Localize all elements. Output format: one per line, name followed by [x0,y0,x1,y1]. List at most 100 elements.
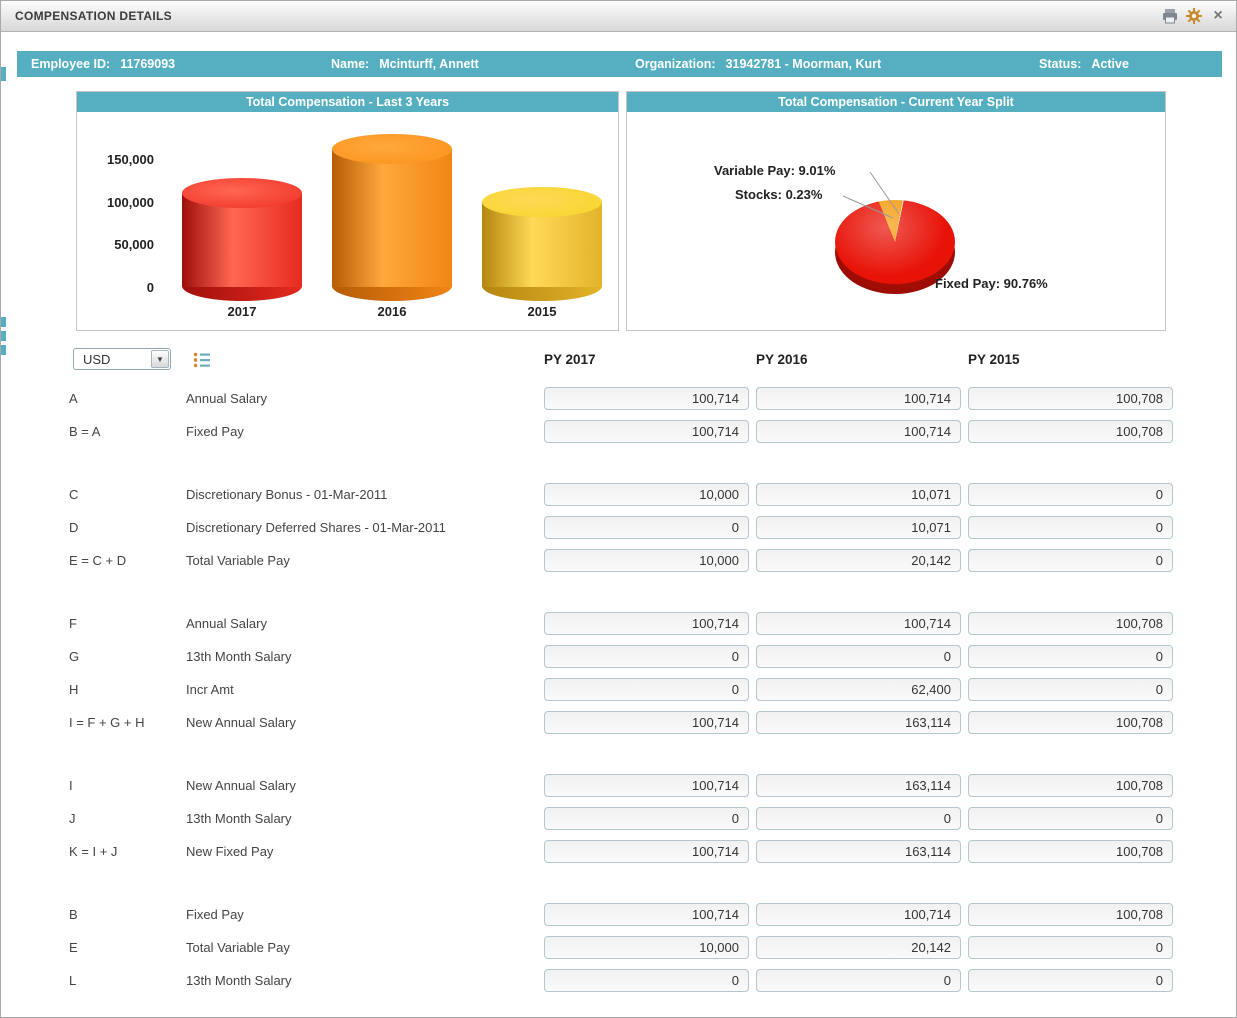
value-cell-py-2016[interactable] [756,483,961,506]
value-cell-py-2017[interactable] [544,969,749,992]
table-row: FAnnual Salary [1,612,1236,635]
close-icon[interactable]: × [1208,6,1228,26]
left-edge-artifact [1,345,6,355]
window-title: COMPENSATION DETAILS [15,9,172,23]
value-cell-py-2016[interactable] [756,645,961,668]
value-cell-py-2017[interactable] [544,645,749,668]
cylinder-top [332,134,452,164]
value-cell-py-2015[interactable] [968,678,1173,701]
row-code: L [69,973,186,988]
employee-name-value: Mcinturff, Annett [379,57,479,71]
row-code: B = A [69,424,186,439]
print-icon[interactable] [1160,6,1180,26]
title-bar: COMPENSATION DETAILS [1,1,1236,32]
value-cell-py-2016[interactable] [756,774,961,797]
value-cell-py-2017[interactable] [544,612,749,635]
x-axis-category-label: 2016 [332,304,452,319]
column-header-py2016: PY 2016 [756,352,968,367]
value-cell-py-2016[interactable] [756,840,961,863]
x-axis-category-label: 2015 [482,304,602,319]
value-cell-py-2015[interactable] [968,840,1173,863]
status-field: Status: Active [1039,51,1129,77]
bar-cylinder-2016 [332,149,452,287]
row-label: Total Variable Pay [186,940,544,955]
value-cell-py-2017[interactable] [544,549,749,572]
table-row: AAnnual Salary [1,387,1236,410]
row-code: B [69,907,186,922]
value-cell-py-2015[interactable] [968,483,1173,506]
pie-label-variable-pay: Variable Pay: 9.01% [714,163,835,178]
row-code: G [69,649,186,664]
value-cell-py-2015[interactable] [968,645,1173,668]
value-cell-py-2017[interactable] [544,807,749,830]
table-group: INew Annual SalaryJ13th Month SalaryK = … [1,774,1236,863]
value-cell-py-2016[interactable] [756,903,961,926]
bar-cylinder-2015 [482,202,602,287]
row-code: F [69,616,186,631]
value-cell-py-2015[interactable] [968,807,1173,830]
value-cell-py-2017[interactable] [544,840,749,863]
table-row: G13th Month Salary [1,645,1236,668]
value-cell-py-2015[interactable] [968,711,1173,734]
row-code: E [69,940,186,955]
y-axis-tick-label: 100,000 [92,195,154,210]
value-cell-py-2016[interactable] [756,516,961,539]
value-cell-py-2015[interactable] [968,903,1173,926]
value-cell-py-2016[interactable] [756,612,961,635]
value-cell-py-2016[interactable] [756,678,961,701]
window-controls: × [1160,6,1228,26]
value-cell-py-2017[interactable] [544,711,749,734]
value-cell-py-2016[interactable] [756,420,961,443]
value-cell-py-2015[interactable] [968,549,1173,572]
pie-chart-title: Total Compensation - Current Year Split [627,92,1165,112]
value-cell-py-2016[interactable] [756,936,961,959]
value-cell-py-2016[interactable] [756,807,961,830]
employee-id-value: 11769093 [120,57,175,71]
table-row: BFixed Pay [1,903,1236,926]
value-cell-py-2017[interactable] [544,903,749,926]
y-axis-tick-label: 0 [92,280,154,295]
value-cell-py-2017[interactable] [544,420,749,443]
row-label: Discretionary Bonus - 01-Mar-2011 [186,487,544,502]
bar-chart-title: Total Compensation - Last 3 Years [77,92,618,112]
column-header-py2015: PY 2015 [968,352,1180,367]
comp-table-body: AAnnual SalaryB = AFixed PayCDiscretiona… [1,385,1236,1018]
value-cell-py-2016[interactable] [756,711,961,734]
employee-id-label: Employee ID: [31,57,110,71]
value-cell-py-2015[interactable] [968,936,1173,959]
status-value: Active [1091,57,1129,71]
table-row: ETotal Variable Pay [1,936,1236,959]
row-label: Discretionary Deferred Shares - 01-Mar-2… [186,520,544,535]
pie-leader-lines [627,112,1167,330]
employee-name-field: Name: Mcinturff, Annett [331,51,479,77]
table-group: AAnnual SalaryB = AFixed Pay [1,387,1236,443]
value-cell-py-2017[interactable] [544,387,749,410]
pie-chart-panel: Total Compensation - Current Year Split … [626,91,1166,331]
settings-gear-icon[interactable] [1184,6,1204,26]
value-cell-py-2016[interactable] [756,387,961,410]
row-label: Incr Amt [186,682,544,697]
value-cell-py-2015[interactable] [968,516,1173,539]
value-cell-py-2015[interactable] [968,969,1173,992]
bar-chart-panel: Total Compensation - Last 3 Years 150,00… [76,91,619,331]
table-column-headers: PY 2017 PY 2016 PY 2015 [1,352,1236,367]
value-cell-py-2017[interactable] [544,483,749,506]
value-cell-py-2015[interactable] [968,420,1173,443]
value-cell-py-2017[interactable] [544,516,749,539]
value-cell-py-2015[interactable] [968,387,1173,410]
value-cell-py-2016[interactable] [756,549,961,572]
value-cell-py-2017[interactable] [544,678,749,701]
table-row: I = F + G + HNew Annual Salary [1,711,1236,734]
employee-name-label: Name: [331,57,369,71]
value-cell-py-2016[interactable] [756,969,961,992]
left-edge-artifact [1,331,6,341]
row-code: K = I + J [69,844,186,859]
value-cell-py-2017[interactable] [544,936,749,959]
value-cell-py-2017[interactable] [544,774,749,797]
status-label: Status: [1039,57,1081,71]
table-row: J13th Month Salary [1,807,1236,830]
value-cell-py-2015[interactable] [968,612,1173,635]
table-row: L13th Month Salary [1,969,1236,992]
value-cell-py-2015[interactable] [968,774,1173,797]
organization-label: Organization: [635,57,716,71]
